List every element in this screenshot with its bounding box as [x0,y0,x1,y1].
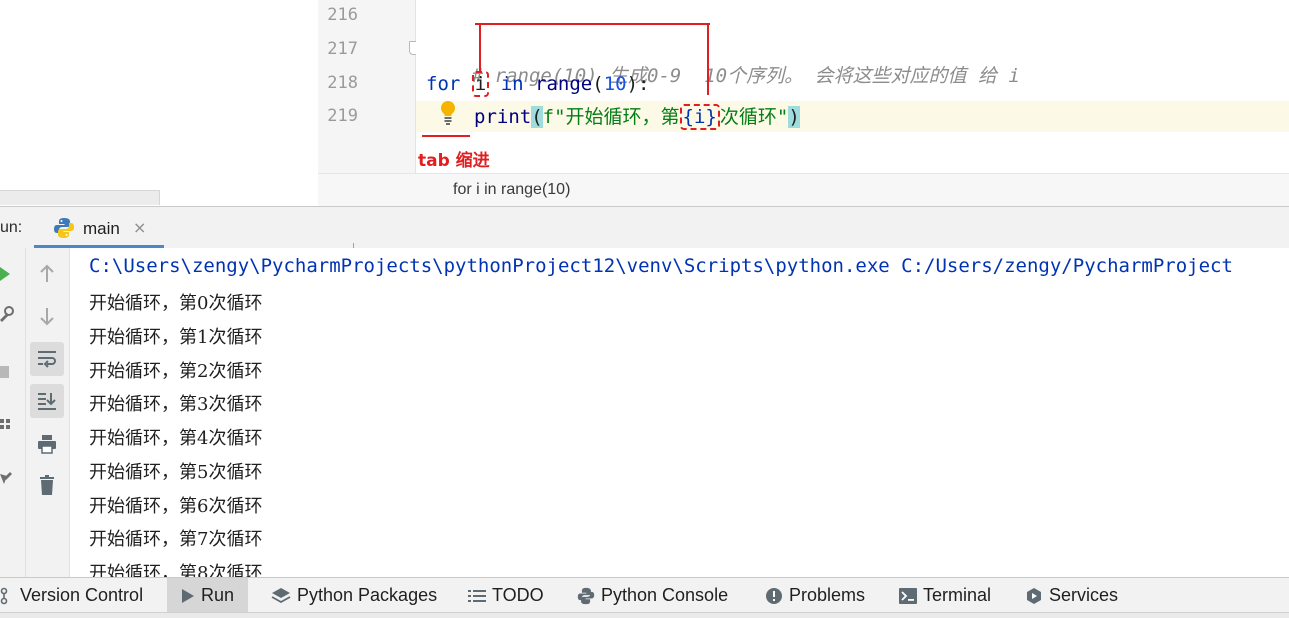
print-button[interactable] [30,427,64,461]
fstring-prefix: f"开始循环，第 [542,106,680,128]
console-line: 开始循环，第5次循环 [89,462,263,483]
annotation-right-line [707,23,709,95]
fstring-suffix: 次循环" [719,106,789,128]
clear-all-button[interactable] [30,468,64,502]
console-line: 开始循环，第6次循环 [89,496,263,517]
run-label: un: [0,219,23,236]
lightbulb-icon[interactable] [439,100,457,126]
print-paren-close: ) [788,106,800,128]
indent-annotation: tab 缩进 [418,151,490,171]
range-function: range [535,73,593,95]
python-icon [54,218,74,238]
warning-circle-icon [766,587,782,604]
run-tab-main[interactable]: main × [34,207,164,249]
line-number: 218 [327,73,358,93]
range-paren-open: ( [592,73,604,95]
editor-gutter: 216 217 218 219 [318,0,416,173]
line-number: 217 [327,39,358,59]
code-line-print[interactable]: print(f"开始循环，第 {i} 次循环") [474,104,800,130]
scroll-up-button[interactable] [30,257,64,291]
console-line: 开始循环，第1次循环 [89,327,263,348]
in-keyword: in [500,73,524,95]
console-line: 开始循环，第4次循环 [89,428,263,449]
problems-tab[interactable]: Problems [765,578,865,613]
scroll-to-end-icon [38,393,56,410]
fstring-placeholder: {i} [679,104,720,130]
loop-variable: i [471,71,490,97]
problems-label: Problems [789,585,866,605]
arrow-up-icon [40,264,54,282]
pin-icon[interactable] [0,466,22,490]
code-line-comment[interactable]: # range(10) 生成0-9 10个序列。 会将这些对应的值 给 i [426,37,1020,87]
list-icon [468,589,486,602]
soft-wrap-icon [38,351,56,368]
console-line: 开始循环，第8次循环 [89,563,263,577]
run-tool-label: Run [201,585,235,605]
terminal-label: Terminal [923,585,992,605]
soft-wrap-button[interactable] [30,342,64,376]
print-paren-open: ( [531,106,543,128]
version-control-label: Version Control [20,585,144,605]
project-panel-blank [0,0,318,205]
services-tab[interactable]: Services [1025,578,1118,613]
version-control-tab[interactable]: Version Control [0,578,151,613]
services-label: Services [1049,585,1119,605]
range-argument: 10 [603,73,627,95]
console-line: 开始循环，第3次循环 [89,394,263,415]
console-command-line: C:\Users\zengy\PycharmProjects\pythonPro… [89,255,1233,277]
trash-icon [40,475,54,495]
print-function: print [474,106,532,128]
close-icon[interactable]: × [133,218,146,237]
console-line: 开始循环，第0次循环 [89,293,263,314]
line-number: 219 [327,106,358,126]
breadcrumb-bar: for i in range(10) [318,173,1289,206]
stop-icon[interactable] [0,360,22,384]
arrow-down-icon [40,308,54,326]
terminal-tab[interactable]: Terminal [899,578,991,613]
run-outer-toolbar [0,248,26,577]
console-line: 开始循环，第7次循环 [89,529,263,550]
run-tool-tab[interactable]: Run [167,578,249,613]
run-icon [182,588,194,603]
branch-icon [0,587,8,604]
run-window-header: un: main × [0,206,1289,249]
code-editor[interactable]: # range(10) 生成0-9 10个序列。 会将这些对应的值 给 i fo… [416,0,1289,173]
printer-icon [38,435,56,454]
layout-icon[interactable] [0,413,22,437]
annotation-indent-line [422,135,470,137]
python-console-label: Python Console [601,585,729,605]
run-tab-label: main [83,219,120,238]
line-number: 216 [327,5,358,25]
todo-tab[interactable]: TODO [468,578,544,613]
breadcrumb[interactable]: for i in range(10) [453,181,570,199]
range-paren-close: ): [626,73,650,95]
python-packages-tab[interactable]: Python Packages [271,578,437,613]
services-icon [1027,587,1041,604]
console-line: 开始循环，第2次循环 [89,361,263,382]
annotation-left-line [479,23,481,72]
wrench-icon[interactable] [0,302,22,326]
code-line-for[interactable]: for i in range(10): [426,71,649,97]
terminal-icon [899,587,917,604]
todo-label: TODO [492,585,544,605]
python-packages-label: Python Packages [297,585,438,605]
console-output[interactable]: C:\Users\zengy\PycharmProjects\pythonPro… [70,248,1289,577]
for-keyword: for [426,73,461,95]
status-bar-edge [0,612,1289,618]
left-panel-tab-stub [0,190,160,205]
run-inner-toolbar [26,248,70,577]
bottom-tool-bar: Version Control Run Python Packages TODO… [0,577,1289,613]
python-console-icon [577,587,595,604]
annotation-top-line [475,23,710,25]
scroll-down-button[interactable] [30,299,64,333]
scroll-to-end-button[interactable] [30,384,64,418]
python-console-tab[interactable]: Python Console [577,578,728,613]
layers-icon [271,587,291,603]
rerun-icon[interactable] [0,262,22,286]
